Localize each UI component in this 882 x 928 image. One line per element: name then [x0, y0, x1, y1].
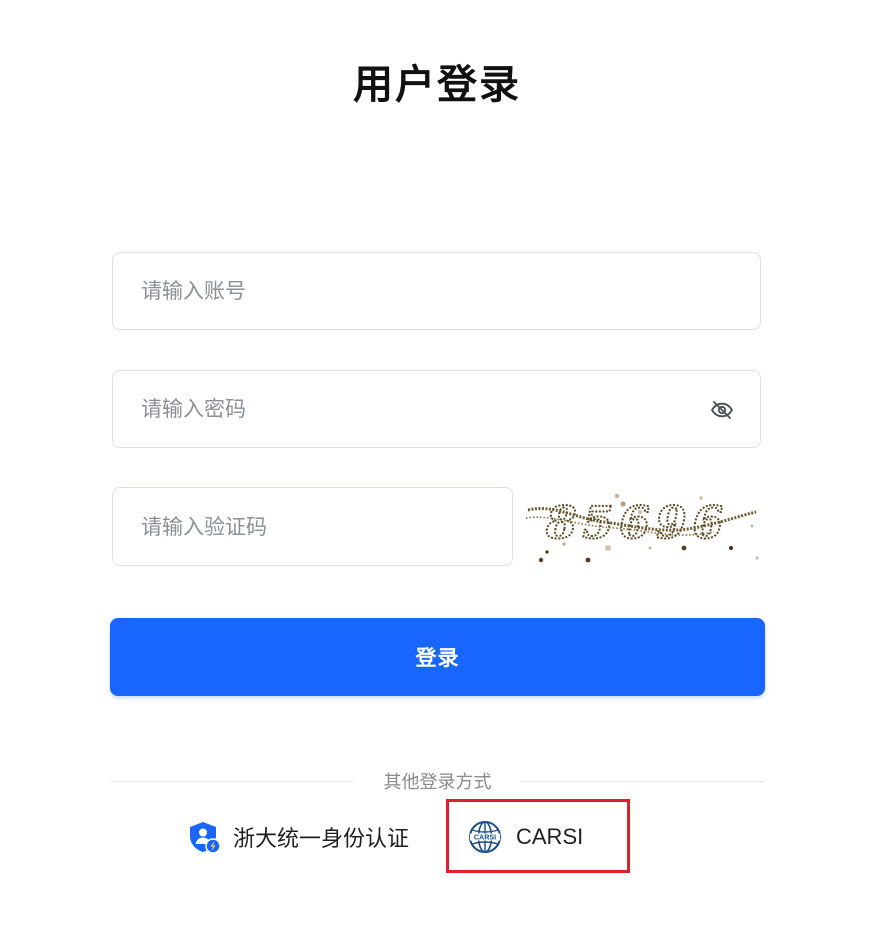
- captcha-image[interactable]: 85696: [524, 488, 760, 566]
- divider-line-left: [110, 781, 354, 782]
- carsi-highlight-box: [446, 799, 630, 873]
- password-field[interactable]: [112, 370, 761, 448]
- other-login-divider-text: 其他登录方式: [383, 772, 492, 793]
- zju-login-label: 浙大统一身份认证: [233, 827, 410, 852]
- password-input[interactable]: [113, 371, 760, 447]
- captcha-text: 85696: [545, 498, 729, 549]
- page-title: 用户登录: [353, 62, 521, 108]
- shield-user-icon: [187, 820, 221, 854]
- captcha-field[interactable]: [112, 487, 513, 566]
- account-input[interactable]: [113, 253, 760, 329]
- divider-line-right: [521, 781, 765, 782]
- captcha-input[interactable]: [113, 488, 512, 565]
- zju-unified-auth-login[interactable]: 浙大统一身份认证: [187, 818, 409, 856]
- account-field[interactable]: [112, 252, 761, 330]
- login-button[interactable]: 登录: [110, 618, 765, 696]
- eye-off-icon[interactable]: [710, 398, 734, 422]
